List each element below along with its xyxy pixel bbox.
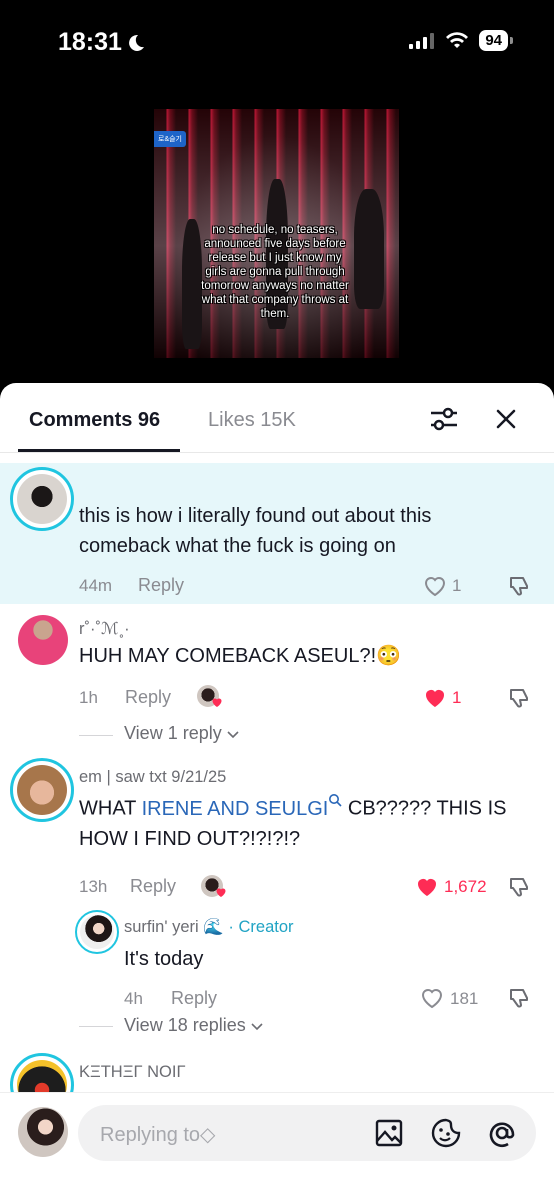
view-replies-button[interactable]: View 18 replies	[124, 1015, 263, 1036]
comment-text: HUH MAY COMEBACK ASEUL?!😳	[79, 645, 402, 667]
signal-icon	[409, 32, 435, 49]
comment-item: em | saw txt 9/21/25 WHAT IRENE AND SEUL…	[0, 758, 554, 1028]
reply-button[interactable]: Reply	[130, 876, 176, 897]
comment-input[interactable]: Replying to◇	[78, 1105, 536, 1161]
comment-text: WHAT IRENE AND SEULGI CB????? THIS IS HO…	[79, 793, 539, 854]
tab-likes[interactable]: Likes 15K	[208, 409, 296, 432]
dancer-figure	[354, 189, 384, 309]
video-preview[interactable]: 로&슬기 no schedule, no teasers, announced …	[154, 109, 399, 358]
comment-time: 44m	[79, 576, 113, 595]
heart-outline-icon[interactable]	[423, 575, 447, 597]
reply-time: 4h	[124, 989, 143, 1008]
reply-username[interactable]: surfin' yeri 🌊 · Creator	[124, 918, 294, 937]
comment-time: 1h	[79, 688, 98, 707]
comment-item: KΞTHΞΓ NOIΓ	[0, 1051, 554, 1093]
avatar[interactable]	[17, 474, 67, 524]
dislike-icon[interactable]	[507, 986, 531, 1010]
comment-item: r˚·˚ℳ˳· HUH MAY COMEBACK ASEUL?!😳 1h Rep…	[0, 611, 554, 746]
creator-badge: · Creator	[228, 918, 294, 936]
clock: 18:31	[58, 28, 146, 57]
reply-text: It's today	[124, 948, 204, 970]
close-icon[interactable]	[490, 403, 522, 435]
dancer-figure	[182, 219, 202, 349]
chevron-down-icon	[227, 731, 239, 739]
wifi-icon	[446, 31, 469, 48]
comment-text: this is how i literally found out about …	[79, 505, 432, 557]
comments-sheet: Comments 96 Likes 15K this is how i lite…	[0, 383, 554, 1200]
status-bar: 18:31 94	[0, 0, 554, 84]
dislike-icon[interactable]	[507, 686, 531, 710]
search-link[interactable]: IRENE AND SEULGI	[142, 794, 343, 820]
comment-username[interactable]: KΞTHΞΓ NOIΓ	[79, 1063, 186, 1082]
avatar[interactable]	[18, 615, 68, 665]
comment-username[interactable]: em | saw txt 9/21/25	[79, 768, 226, 787]
reply-button[interactable]: Reply	[171, 988, 217, 1009]
comment-username[interactable]: r˚·˚ℳ˳·	[79, 619, 130, 639]
avatar[interactable]	[17, 765, 67, 815]
heart-outline-icon[interactable]	[420, 987, 444, 1009]
like-count: 1,672	[444, 877, 487, 896]
filter-icon[interactable]	[428, 403, 460, 435]
comment-time: 13h	[79, 877, 108, 896]
like-count: 181	[450, 989, 479, 1008]
reply-button[interactable]: Reply	[125, 687, 171, 708]
reply-button[interactable]: Reply	[138, 575, 184, 596]
dislike-icon[interactable]	[507, 875, 531, 899]
dislike-icon[interactable]	[507, 574, 531, 598]
comment-input-bar: Replying to◇	[0, 1092, 554, 1200]
tab-comments[interactable]: Comments 96	[29, 409, 160, 432]
emoji-sticker-icon[interactable]	[430, 1117, 462, 1149]
heart-filled-icon[interactable]	[415, 876, 439, 898]
battery-indicator: 94	[479, 30, 513, 51]
active-tab-indicator	[18, 449, 180, 452]
tab-bar: Comments 96 Likes 15K	[0, 383, 554, 453]
search-icon	[329, 794, 342, 807]
comment-item: this is how i literally found out about …	[0, 463, 554, 604]
image-icon[interactable]	[374, 1118, 404, 1148]
broadcast-tag: 로&슬기	[154, 131, 186, 147]
view-replies-button[interactable]: View 1 reply	[124, 723, 239, 744]
avatar[interactable]	[80, 915, 114, 949]
my-avatar	[18, 1107, 68, 1157]
heart-filled-icon[interactable]	[423, 687, 447, 709]
like-count: 1	[452, 688, 462, 707]
input-placeholder: Replying to◇	[100, 1124, 216, 1146]
chevron-down-icon	[251, 1023, 263, 1031]
moon-icon	[129, 34, 144, 51]
video-caption: no schedule, no teasers, announced five …	[201, 224, 349, 320]
like-count: 1	[452, 576, 462, 595]
mention-icon[interactable]	[486, 1117, 518, 1149]
small-heart-icon	[216, 888, 226, 897]
small-heart-icon	[212, 698, 222, 707]
